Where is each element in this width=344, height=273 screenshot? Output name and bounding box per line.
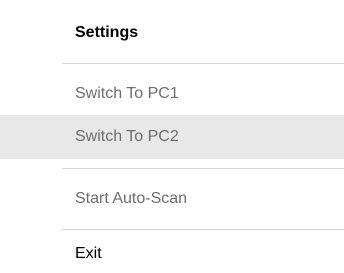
menu-item-start-auto-scan-label: Start Auto-Scan: [75, 190, 188, 207]
menu-separator: [62, 63, 344, 64]
menu-item-exit-label: Exit: [75, 245, 102, 262]
menu-item-switch-to-pc1[interactable]: Switch To PC1: [0, 73, 344, 115]
menu-item-start-auto-scan[interactable]: Start Auto-Scan: [0, 178, 344, 220]
menu-item-switch-to-pc1-label: Switch To PC1: [75, 85, 179, 102]
menu-separator: [62, 229, 344, 230]
menu-item-switch-to-pc2-label: Switch To PC2: [75, 128, 179, 145]
context-menu: Settings Switch To PC1 Switch To PC2 Sta…: [0, 0, 344, 273]
menu-item-settings-label: Settings: [75, 24, 139, 41]
menu-item-settings[interactable]: Settings: [0, 12, 344, 54]
menu-item-switch-to-pc2[interactable]: Switch To PC2: [0, 115, 344, 159]
menu-separator: [62, 168, 344, 169]
menu-item-exit[interactable]: Exit: [0, 235, 344, 273]
